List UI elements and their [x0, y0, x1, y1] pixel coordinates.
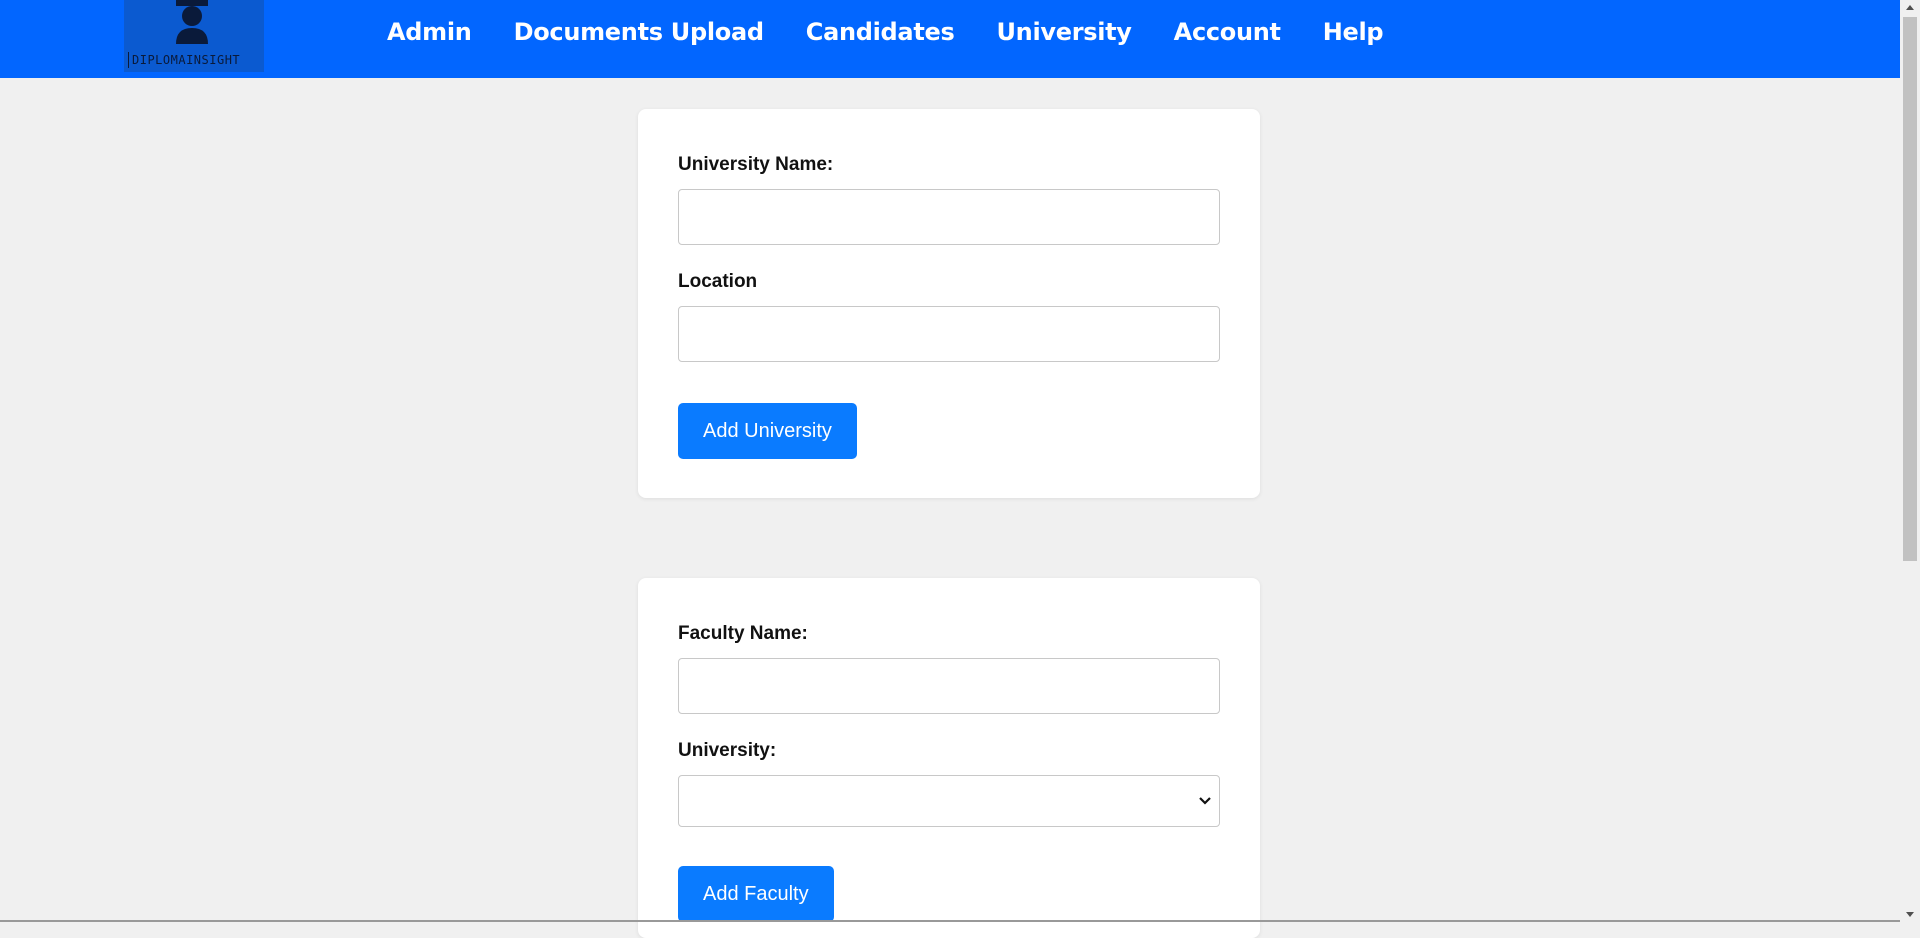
faculty-name-label: Faculty Name: [678, 623, 808, 644]
add-university-button[interactable]: Add University [678, 403, 857, 459]
location-input[interactable] [678, 306, 1220, 362]
chevron-down-icon [1199, 797, 1211, 805]
add-university-card: University Name: Location Add University [638, 109, 1260, 498]
faculty-name-input[interactable] [678, 658, 1220, 714]
logo-text: DIPLOMAINSIGHT [128, 52, 266, 68]
scroll-up-icon[interactable] [1905, 3, 1915, 11]
nav-account[interactable]: Account [1174, 18, 1281, 46]
university-select[interactable] [678, 775, 1220, 827]
main-nav: Admin Documents Upload Candidates Univer… [387, 0, 1384, 64]
graduate-cap-icon [176, 0, 208, 44]
site-logo[interactable]: DIPLOMAINSIGHT [124, 0, 264, 72]
scroll-down-icon[interactable] [1905, 911, 1915, 919]
scrollbar-thumb[interactable] [1903, 17, 1917, 561]
nav-admin[interactable]: Admin [387, 18, 472, 46]
nav-help[interactable]: Help [1323, 18, 1384, 46]
location-label: Location [678, 271, 758, 292]
add-faculty-card: Faculty Name: University: Add Faculty [638, 578, 1260, 938]
top-navbar: DIPLOMAINSIGHT Admin Documents Upload Ca… [0, 0, 1900, 78]
nav-university[interactable]: University [996, 18, 1132, 46]
vertical-scrollbar[interactable] [1900, 0, 1920, 922]
nav-candidates[interactable]: Candidates [806, 18, 955, 46]
university-name-label: University Name: [678, 154, 834, 175]
university-select-label: University: [678, 740, 777, 761]
nav-documents-upload[interactable]: Documents Upload [514, 18, 764, 46]
add-faculty-button[interactable]: Add Faculty [678, 866, 834, 922]
university-name-input[interactable] [678, 189, 1220, 245]
